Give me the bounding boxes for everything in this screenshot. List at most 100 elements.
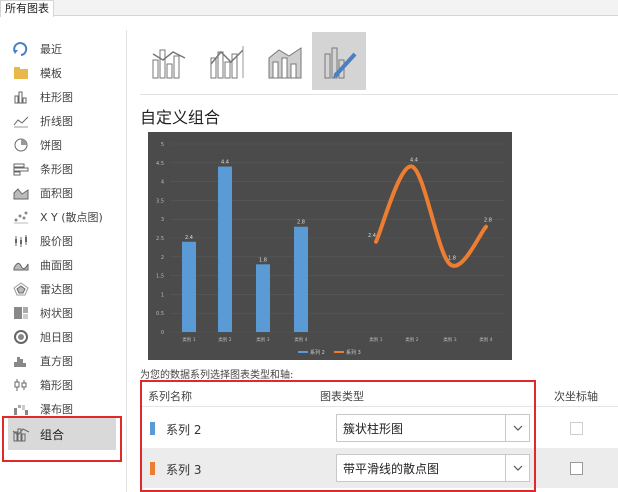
nav-item-radar-chart[interactable]: 雷达图 xyxy=(8,278,116,300)
column-line-secondary-icon xyxy=(210,46,244,79)
section-title: 自定义组合 xyxy=(140,108,221,127)
nav-item-label: 箱形图 xyxy=(40,379,73,392)
y-tick-label: 1.5 xyxy=(156,274,164,280)
highlight-box-series-table xyxy=(140,380,536,492)
secondary-axis-checkbox[interactable] xyxy=(570,422,583,435)
x-tick-label: 类别 4 xyxy=(294,336,307,343)
nav-item-stock-chart[interactable]: 股价图 xyxy=(8,230,116,252)
nav-item-label: 饼图 xyxy=(40,139,62,152)
nav-item-area-chart[interactable]: 面积图 xyxy=(8,182,116,204)
subtype-column-line-secondary[interactable] xyxy=(200,32,254,90)
subtype-clustered-column-line[interactable] xyxy=(142,32,196,90)
scatter-point xyxy=(410,165,414,169)
tab-all-charts[interactable]: 所有图表 xyxy=(0,0,54,17)
pie-chart-icon xyxy=(12,137,30,153)
nav-item-box-whisker[interactable]: 箱形图 xyxy=(8,374,116,396)
data-label: 1.8 xyxy=(448,255,456,261)
y-tick-label: 4 xyxy=(161,180,164,186)
combo-subtypes xyxy=(142,32,372,90)
waterfall-icon xyxy=(12,401,30,417)
sunburst-icon xyxy=(12,329,30,345)
y-tick-label: 2 xyxy=(161,255,164,261)
chart-svg: 0 0.5 1 1.5 2 2.5 3 3.5 4 4.5 5 2.4 类别 1 4.4 类别 2 1.8 类别… xyxy=(156,142,504,356)
nav-item-histogram[interactable]: 直方图 xyxy=(8,350,116,372)
series-prompt: 为您的数据系列选择图表类型和轴: xyxy=(140,370,294,381)
custom-combo-icon xyxy=(324,47,357,79)
nav-item-pie-chart[interactable]: 饼图 xyxy=(8,134,116,156)
col-header-secondary-axis: 次坐标轴 xyxy=(554,390,598,403)
nav-item-label: 直方图 xyxy=(40,355,73,368)
x-tick-label: 类别 3 xyxy=(443,336,456,343)
y-tick-label: 1 xyxy=(161,292,164,298)
data-label: 4.4 xyxy=(410,158,418,164)
data-label: 4.4 xyxy=(221,160,229,166)
folder-icon xyxy=(12,65,30,81)
y-tick-label: 2.5 xyxy=(156,236,164,242)
nav-item-label: 旭日图 xyxy=(40,331,73,344)
x-tick-label: 类别 3 xyxy=(256,336,269,343)
x-tick-label: 类别 2 xyxy=(405,336,418,343)
recent-icon xyxy=(12,41,30,57)
nav-item-sunburst[interactable]: 旭日图 xyxy=(8,326,116,348)
treemap-icon xyxy=(12,305,30,321)
y-tick-label: 0 xyxy=(161,330,164,336)
nav-item-label: 雷达图 xyxy=(40,283,73,296)
clustered-column-line-icon xyxy=(152,49,186,79)
nav-item-line-chart[interactable]: 折线图 xyxy=(8,110,116,132)
nav-item-label: 瀑布图 xyxy=(40,403,73,416)
nav-item-label: 最近 xyxy=(40,43,62,56)
y-tick-label: 0.5 xyxy=(156,311,164,317)
nav-item-label: 股价图 xyxy=(40,235,73,248)
column-chart-icon xyxy=(12,89,30,105)
scatter-point xyxy=(448,262,452,266)
subtype-custom-combo[interactable] xyxy=(312,32,366,90)
scatter-point xyxy=(484,225,488,229)
data-label: 2.8 xyxy=(297,220,305,226)
data-label: 2.4 xyxy=(368,233,376,239)
area-chart-icon xyxy=(12,185,30,201)
nav-item-label: 模板 xyxy=(40,67,62,80)
subtype-area-column[interactable] xyxy=(258,32,312,90)
nav-item-recent[interactable]: 最近 xyxy=(8,38,116,60)
bar xyxy=(256,264,270,332)
x-tick-label: 类别 2 xyxy=(218,336,231,343)
scatter-point xyxy=(374,240,378,244)
stock-chart-icon xyxy=(12,233,30,249)
nav-item-bar-chart[interactable]: 条形图 xyxy=(8,158,116,180)
subtype-divider xyxy=(140,94,618,95)
y-tick-label: 5 xyxy=(161,142,164,148)
legend-label: 系列 2 xyxy=(310,349,325,356)
nav-item-surface-chart[interactable]: 曲面图 xyxy=(8,254,116,276)
bar-chart-icon xyxy=(12,161,30,177)
area-column-icon xyxy=(268,47,302,79)
data-label: 2.4 xyxy=(185,235,193,241)
y-tick-label: 3 xyxy=(161,217,164,223)
nav-item-label: 树状图 xyxy=(40,307,73,320)
nav-divider xyxy=(126,30,127,492)
nav-item-label: X Y (散点图) xyxy=(40,211,103,224)
radar-chart-icon xyxy=(12,281,30,297)
secondary-axis-checkbox[interactable] xyxy=(570,462,583,475)
chart-preview: 0 0.5 1 1.5 2 2.5 3 3.5 4 4.5 5 2.4 类别 1 4.4 类别 2 1.8 类别… xyxy=(148,132,512,360)
nav-item-folder[interactable]: 模板 xyxy=(8,62,116,84)
x-tick-label: 类别 1 xyxy=(369,336,382,343)
nav-item-column-chart[interactable]: 柱形图 xyxy=(8,86,116,108)
line-chart-icon xyxy=(12,113,30,129)
nav-item-scatter-chart[interactable]: X Y (散点图) xyxy=(8,206,116,228)
legend-label: 系列 3 xyxy=(346,349,361,356)
data-label: 1.8 xyxy=(259,257,267,263)
bar xyxy=(294,226,308,332)
bar xyxy=(182,241,196,332)
bar xyxy=(218,166,232,332)
x-tick-label: 类别 1 xyxy=(182,336,195,343)
highlight-box-combo xyxy=(2,416,122,462)
y-tick-label: 4.5 xyxy=(156,161,164,167)
nav-item-treemap[interactable]: 树状图 xyxy=(8,302,116,324)
nav-item-label: 面积图 xyxy=(40,187,73,200)
x-tick-label: 类别 4 xyxy=(479,336,492,343)
nav-item-label: 柱形图 xyxy=(40,91,73,104)
nav-item-label: 曲面图 xyxy=(40,259,73,272)
nav-item-label: 条形图 xyxy=(40,163,73,176)
histogram-icon xyxy=(12,353,30,369)
nav-item-label: 折线图 xyxy=(40,115,73,128)
